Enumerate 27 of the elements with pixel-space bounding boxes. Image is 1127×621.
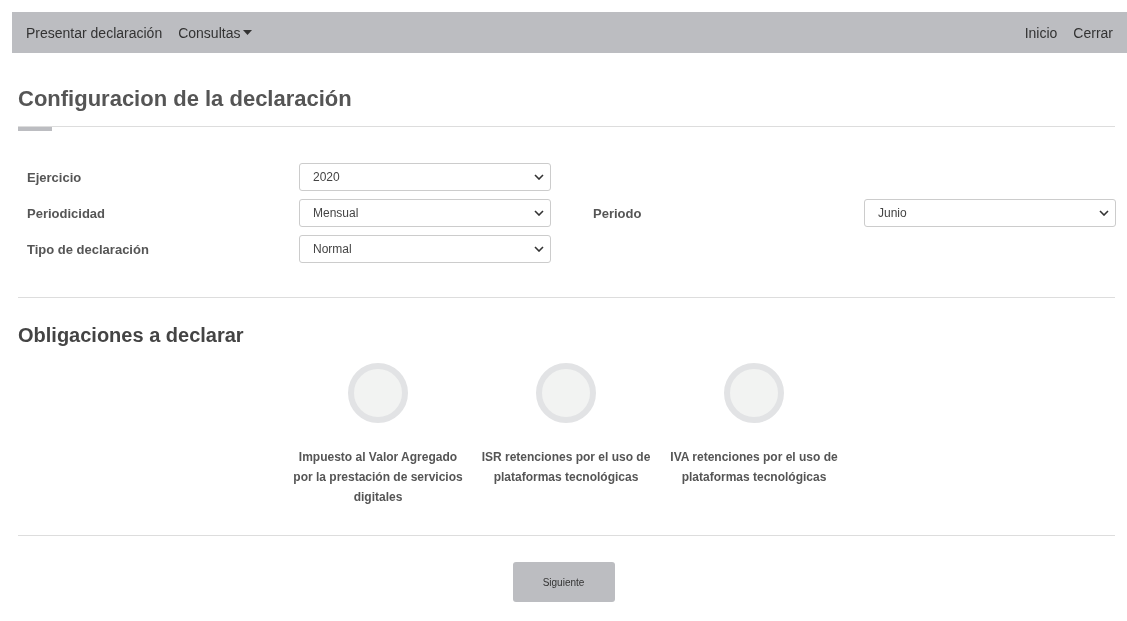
chevron-icon [534,174,544,180]
chevron-icon [534,246,544,252]
obligation-label: Impuesto al Valor Agregado por la prestación de servicios digitales [293,449,463,506]
chevron-icon [1099,210,1109,216]
field-label: Tipo de declaración [27,241,150,257]
obligation-label: IVA retenciones por el uso de plataformas tecnológicas [669,449,839,486]
obligation-toggle[interactable] [348,363,408,423]
section-heading: Obligaciones a declarar [18,324,245,347]
select-field[interactable]: Junio [864,199,1116,227]
select-field[interactable]: Normal [299,235,551,263]
caret-icon [243,30,253,35]
next-button[interactable]: Siguiente [512,562,615,602]
nav-dropdown[interactable]: Consultas [178,24,253,41]
obligation-label: ISR retenciones por el uso de plataformas tecnológicas [481,449,651,486]
page-title: Configuracion de la declaración [18,86,353,112]
select-field[interactable]: Mensual [299,199,551,227]
nav-link[interactable]: Inicio [1024,24,1058,41]
obligation-toggle[interactable] [536,363,596,423]
chevron-icon [534,210,544,216]
field-label: Ejercicio [27,169,83,185]
nav-link[interactable]: Cerrar [1073,24,1113,41]
select-field[interactable]: 2020 [299,163,551,191]
title-accent [18,127,52,131]
nav-link[interactable]: Presentar declaración [26,24,163,41]
field-label: Periodo [593,205,643,221]
field-label: Periodicidad [27,205,107,221]
obligation-toggle[interactable] [724,363,784,423]
